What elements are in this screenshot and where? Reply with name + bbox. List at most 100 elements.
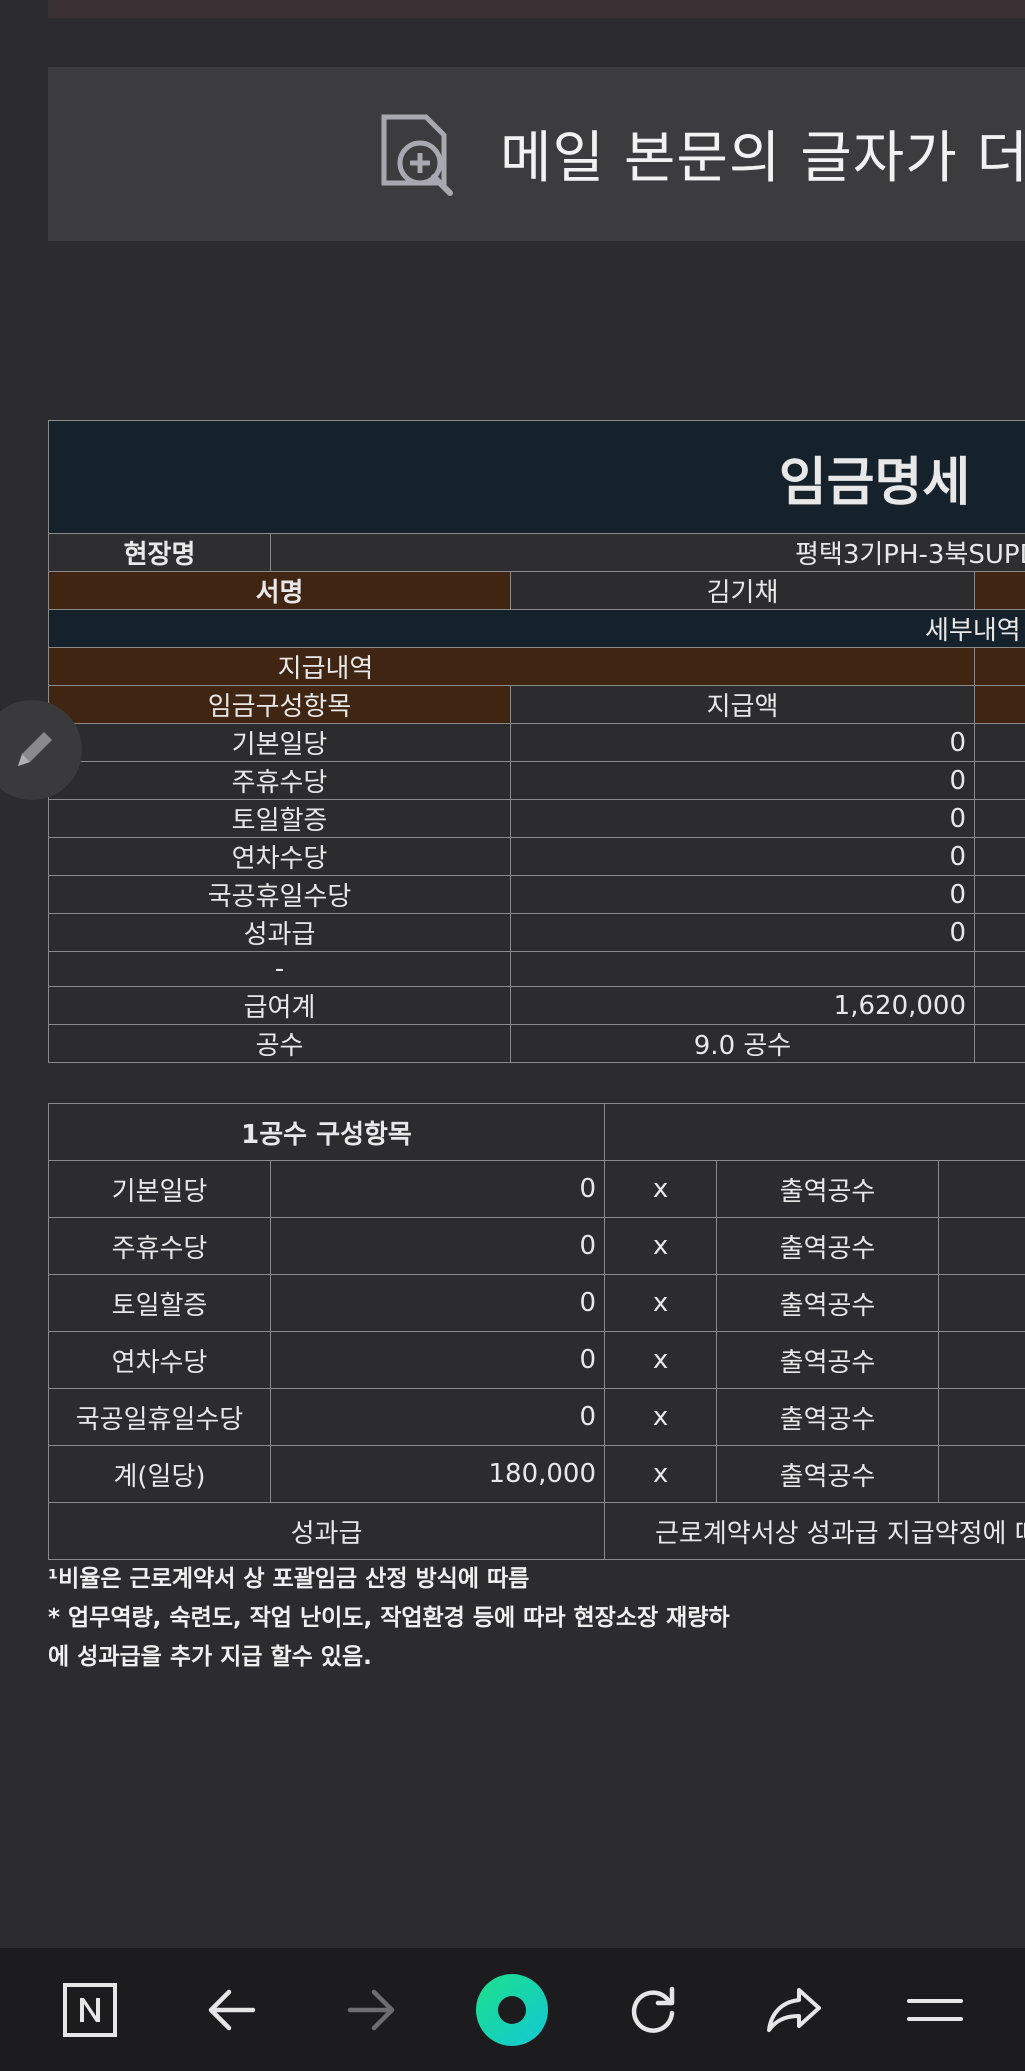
unit-rows: 기본일당 0 x 출역공수 주휴수당 0 x 출역공수 토일할증 0 x 출역공수 연차수당 0 x 출역공수…	[48, 1160, 1025, 1503]
unit-value: 0	[269, 1388, 606, 1446]
pay-extra	[974, 986, 1025, 1025]
pay-extra	[974, 875, 1025, 914]
detail-label: 세부내역	[48, 609, 1025, 648]
bonus-label: 성과급	[48, 1502, 606, 1560]
pay-extra	[974, 761, 1025, 800]
pay-row: 성과급 0	[48, 913, 1025, 952]
pay-extra	[974, 723, 1025, 762]
share-icon	[766, 1987, 821, 2032]
unit-value: 0	[269, 1160, 606, 1218]
unit-item: 기본일당	[48, 1160, 271, 1218]
unit-extra	[938, 1274, 1025, 1332]
unit-item: 국공일휴일수당	[48, 1388, 271, 1446]
top-divider	[48, 0, 1025, 18]
pay-item: 국공휴일수당	[48, 875, 511, 914]
unit-item: 계(일당)	[48, 1445, 271, 1503]
pay-extra	[974, 1024, 1025, 1063]
back-button[interactable]	[191, 1970, 271, 2050]
unit-item: 연차수당	[48, 1331, 271, 1389]
sign-extra	[974, 571, 1025, 610]
zoom-in-icon	[381, 114, 453, 196]
refresh-icon	[632, 1986, 675, 2033]
col-item: 임금구성항목	[48, 685, 511, 724]
unit-attend: 출역공수	[716, 1388, 940, 1446]
deduct-section	[974, 647, 1025, 686]
menu-button[interactable]	[895, 1970, 975, 2050]
back-arrow-icon	[208, 1989, 256, 2030]
unit-value: 0	[269, 1217, 606, 1275]
unit-extra	[938, 1445, 1025, 1503]
pay-item: 기본일당	[48, 723, 511, 762]
unit-row: 주휴수당 0 x 출역공수	[48, 1217, 1025, 1275]
pay-item: 성과급	[48, 913, 511, 952]
pay-amount: 9.0 공수	[510, 1024, 975, 1063]
pay-amount: 0	[510, 761, 975, 800]
unit-value: 180,000	[269, 1445, 606, 1503]
footnotes: ¹비율은 근로계약서 상 포괄임금 산정 방식에 따름 * 업무역량, 숙련도,…	[48, 1560, 730, 1677]
banner-text: 메일 본문의 글자가 더	[500, 126, 1025, 191]
pay-amount: 0	[510, 913, 975, 952]
unit-header-right	[604, 1103, 1025, 1161]
unit-attend: 출역공수	[716, 1217, 940, 1275]
pencil-icon	[18, 732, 52, 766]
pay-row: 주휴수당 0	[48, 761, 1025, 800]
green-dot-button[interactable]	[472, 1970, 552, 2050]
unit-mult: x	[604, 1331, 718, 1389]
pay-item: -	[48, 951, 511, 987]
site-label: 현장명	[48, 533, 271, 572]
refresh-button[interactable]	[613, 1970, 693, 2050]
pay-item: 토일할증	[48, 799, 511, 838]
share-button[interactable]	[754, 1970, 834, 2050]
pay-amount: 0	[510, 875, 975, 914]
unit-mult: x	[604, 1160, 718, 1218]
payslip-sheet: 임금명세 현장명 평택3기PH-3북SUPD 서명 김기채 세부내역 지급내역 …	[48, 420, 1025, 1560]
menu-icon	[906, 1998, 963, 2021]
unit-row: 토일할증 0 x 출역공수	[48, 1274, 1025, 1332]
sign-label: 서명	[48, 571, 511, 610]
note-3: 에 성과급을 추가 지급 할수 있음.	[48, 1644, 372, 1670]
pay-extra	[974, 913, 1025, 952]
unit-row: 기본일당 0 x 출역공수	[48, 1160, 1025, 1218]
col-extra	[974, 685, 1025, 724]
unit-extra	[938, 1388, 1025, 1446]
green-dot-icon	[476, 1973, 549, 2046]
col-amount: 지급액	[510, 685, 975, 724]
pay-amount: 1,620,000	[510, 986, 975, 1025]
unit-mult: x	[604, 1445, 718, 1503]
unit-value: 0	[269, 1274, 606, 1332]
payslip-table: 임금명세 현장명 평택3기PH-3북SUPD 서명 김기채 세부내역 지급내역 …	[48, 420, 1025, 1063]
unit-item: 주휴수당	[48, 1217, 271, 1275]
forward-arrow-icon	[347, 1989, 394, 2030]
unit-attend: 출역공수	[716, 1445, 940, 1503]
forward-button[interactable]	[332, 1970, 412, 2050]
pay-item: 공수	[48, 1024, 511, 1063]
pay-row: 공수 9.0 공수	[48, 1024, 1025, 1063]
pay-extra	[974, 951, 1025, 987]
site-value: 평택3기PH-3북SUPD	[270, 533, 1025, 572]
pay-item: 주휴수당	[48, 761, 511, 800]
pay-item: 급여계	[48, 986, 511, 1025]
pay-amount	[510, 951, 975, 987]
note-2: * 업무역량, 숙련도, 작업 난이도, 작업환경 등에 따라 현장소장 재량하	[48, 1605, 730, 1631]
pay-row: 연차수당 0	[48, 837, 1025, 876]
unit-table: 1공수 구성항목 기본일당 0 x 출역공수 주휴수당 0 x 출역공수 토일할증 0 x 출역공수 연…	[48, 1103, 1025, 1560]
unit-mult: x	[604, 1217, 718, 1275]
unit-extra	[938, 1331, 1025, 1389]
pay-row: -	[48, 951, 1025, 987]
unit-extra	[938, 1160, 1025, 1218]
unit-row: 국공일휴일수당 0 x 출역공수	[48, 1388, 1025, 1446]
pay-row: 급여계 1,620,000	[48, 986, 1025, 1025]
pay-row: 국공휴일수당 0	[48, 875, 1025, 914]
text-zoom-banner[interactable]: 메일 본문의 글자가 더	[48, 67, 1025, 241]
unit-attend: 출역공수	[716, 1160, 940, 1218]
pay-rows: 기본일당 0 주휴수당 0 토일할증 0 연차수당 0 국공휴일수당 0 성과급 0- 급여계 1,620…	[48, 723, 1025, 1063]
pay-row: 토일할증 0	[48, 799, 1025, 838]
pay-section: 지급내역	[48, 647, 975, 686]
unit-extra	[938, 1217, 1025, 1275]
note-1: ¹비율은 근로계약서 상 포괄임금 산정 방식에 따름	[48, 1566, 530, 1592]
payslip-title: 임금명세	[48, 420, 1025, 534]
home-button[interactable]	[50, 1970, 130, 2050]
naver-home-icon	[63, 1982, 118, 2037]
bonus-text: 근로계약서상 성과급 지급약정에 따	[604, 1502, 1025, 1560]
unit-mult: x	[604, 1388, 718, 1446]
